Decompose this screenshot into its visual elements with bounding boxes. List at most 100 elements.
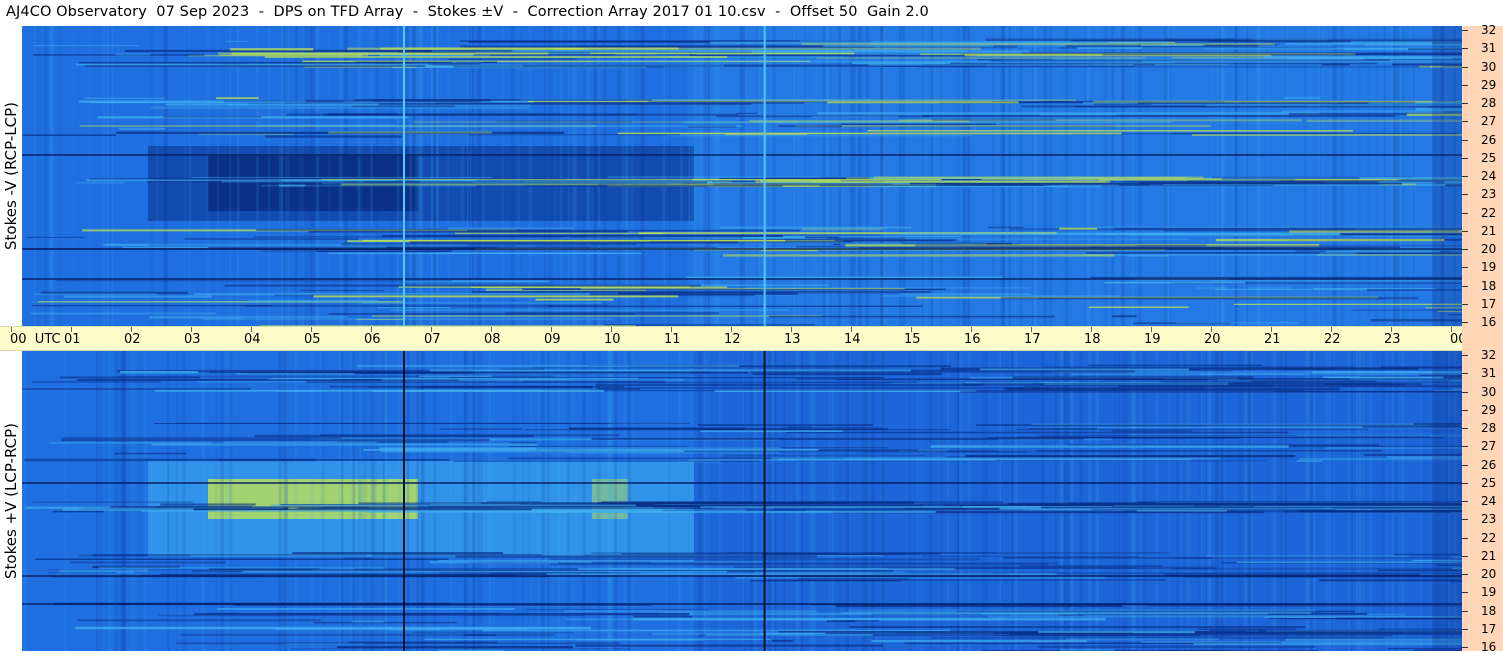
time-tick-label: 15 xyxy=(904,332,921,347)
time-tick-label: 10 xyxy=(604,332,621,347)
bottom-freq-tick xyxy=(1462,373,1468,375)
top-freq-tick xyxy=(1462,48,1468,50)
time-tick-label: 08 xyxy=(484,332,501,347)
time-tick-label: 22 xyxy=(1324,332,1341,347)
bottom-freq-tick xyxy=(1462,355,1468,356)
top-freq-tick xyxy=(1462,84,1468,86)
bottom-frequency-axis: 32 31 30 29 28 27 26 25 24 23 22 21 20 19 18 17 16 xyxy=(1462,348,1503,654)
bottom-spectrogram-image xyxy=(22,351,1462,651)
top-freq-tick xyxy=(1462,249,1468,250)
bottom-freq-tick xyxy=(1462,501,1468,502)
top-freq-tick xyxy=(1462,176,1468,177)
top-spectrogram-image xyxy=(22,26,1462,326)
top-freq-label: 30 xyxy=(1481,59,1497,74)
time-tick-label: 07 xyxy=(424,332,441,347)
time-tick-label: 02 xyxy=(124,332,141,347)
top-freq-label: 19 xyxy=(1481,260,1497,275)
bottom-freq-label: 22 xyxy=(1481,530,1497,545)
bottom-freq-tick xyxy=(1462,647,1468,648)
top-freq-label: 23 xyxy=(1481,187,1497,202)
top-freq-label: 20 xyxy=(1481,242,1497,256)
top-freq-label: 24 xyxy=(1481,169,1497,183)
time-tick-label: 18 xyxy=(1084,332,1101,347)
top-freq-label: 22 xyxy=(1481,205,1497,220)
time-tick-label: 17 xyxy=(1024,332,1041,347)
time-tick-label: 12 xyxy=(724,332,741,347)
top-freq-tick xyxy=(1462,194,1468,196)
time-tick-label: 16 xyxy=(964,332,981,347)
top-spectrogram xyxy=(22,26,1462,326)
bottom-freq-label: 31 xyxy=(1481,366,1497,381)
bottom-freq-tick xyxy=(1462,537,1468,539)
bottom-freq-tick xyxy=(1462,519,1468,521)
time-tick-label: 09 xyxy=(544,332,561,347)
time-tick-label: 21 xyxy=(1264,332,1281,347)
top-freq-label: 25 xyxy=(1481,150,1497,165)
bottom-freq-tick xyxy=(1462,628,1468,630)
time-tick-label: 11 xyxy=(664,332,681,347)
top-freq-label: 27 xyxy=(1481,114,1497,129)
bottom-freq-tick xyxy=(1462,428,1468,429)
top-freq-tick xyxy=(1462,30,1468,31)
bottom-freq-label: 23 xyxy=(1481,512,1497,527)
time-tick-label: 01 xyxy=(64,332,81,347)
bottom-freq-label: 26 xyxy=(1481,457,1497,472)
top-freq-tick xyxy=(1462,121,1468,123)
time-tick-label: 03 xyxy=(184,332,201,347)
top-freq-tick xyxy=(1462,322,1468,323)
time-tick-label: 23 xyxy=(1384,332,1401,347)
bottom-freq-tick xyxy=(1462,555,1468,557)
bottom-freq-tick xyxy=(1462,592,1468,594)
time-tick-label: 14 xyxy=(844,332,861,347)
top-freq-tick xyxy=(1462,139,1468,141)
bottom-freq-label: 25 xyxy=(1481,475,1497,490)
bottom-freq-label: 19 xyxy=(1481,585,1497,600)
top-freq-label: 18 xyxy=(1481,278,1497,293)
top-freq-tick xyxy=(1462,66,1468,68)
bottom-freq-tick xyxy=(1462,574,1468,575)
bottom-freq-label: 21 xyxy=(1481,548,1497,563)
bottom-freq-tick xyxy=(1462,464,1468,466)
top-freq-label: 17 xyxy=(1481,296,1497,311)
top-freq-label: 29 xyxy=(1481,77,1497,92)
bottom-freq-label: 29 xyxy=(1481,402,1497,417)
top-freq-tick xyxy=(1462,212,1468,214)
top-freq-label: 31 xyxy=(1481,41,1497,56)
time-tick-label: 05 xyxy=(304,332,321,347)
bottom-freq-label: 18 xyxy=(1481,603,1497,618)
bottom-freq-tick xyxy=(1462,446,1468,448)
bottom-freq-label: 24 xyxy=(1481,494,1497,508)
time-axis: 00 UTC 01 02 03 04 05 06 07 08 09 10 11 12 13 14 15 16 17… xyxy=(0,326,1499,351)
bottom-freq-label: 32 xyxy=(1481,348,1497,362)
time-tick-label: 13 xyxy=(784,332,801,347)
bottom-freq-label: 27 xyxy=(1481,439,1497,454)
bottom-spectrogram xyxy=(22,351,1462,651)
bottom-freq-label: 28 xyxy=(1481,421,1497,435)
top-freq-tick xyxy=(1462,303,1468,305)
time-tick-label: 00 UTC xyxy=(10,332,61,347)
bottom-freq-tick xyxy=(1462,482,1468,484)
bottom-freq-tick xyxy=(1462,610,1468,612)
time-tick-label: 06 xyxy=(364,332,381,347)
bottom-panel-ylabel: Stokes +V (LCP-RCP) xyxy=(0,351,22,651)
top-freq-label: 21 xyxy=(1481,223,1497,238)
page-title: AJ4CO Observatory 07 Sep 2023 - DPS on T… xyxy=(6,4,929,20)
top-panel-ylabel-text: Stokes -V (RCP-LCP) xyxy=(2,102,20,250)
top-frequency-axis: 32 31 30 29 28 27 26 25 24 23 22 21 20 19 18 17 16 xyxy=(1462,23,1503,328)
top-freq-tick xyxy=(1462,230,1468,232)
bottom-freq-label: 30 xyxy=(1481,384,1497,399)
top-freq-tick xyxy=(1462,157,1468,159)
time-tick-label: 20 xyxy=(1204,332,1221,347)
bottom-panel-ylabel-text: Stokes +V (LCP-RCP) xyxy=(2,423,20,579)
title-bar: AJ4CO Observatory 07 Sep 2023 - DPS on T… xyxy=(0,0,1462,26)
top-freq-label: 26 xyxy=(1481,132,1497,147)
bottom-freq-label: 16 xyxy=(1481,640,1497,654)
top-panel-ylabel: Stokes -V (RCP-LCP) xyxy=(0,26,22,326)
top-freq-label: 32 xyxy=(1481,23,1497,37)
bottom-freq-label: 17 xyxy=(1481,621,1497,636)
top-freq-tick xyxy=(1462,267,1468,269)
top-freq-tick xyxy=(1462,103,1468,104)
bottom-freq-tick xyxy=(1462,391,1468,393)
top-freq-label: 28 xyxy=(1481,96,1497,110)
time-tick-label: 19 xyxy=(1144,332,1161,347)
